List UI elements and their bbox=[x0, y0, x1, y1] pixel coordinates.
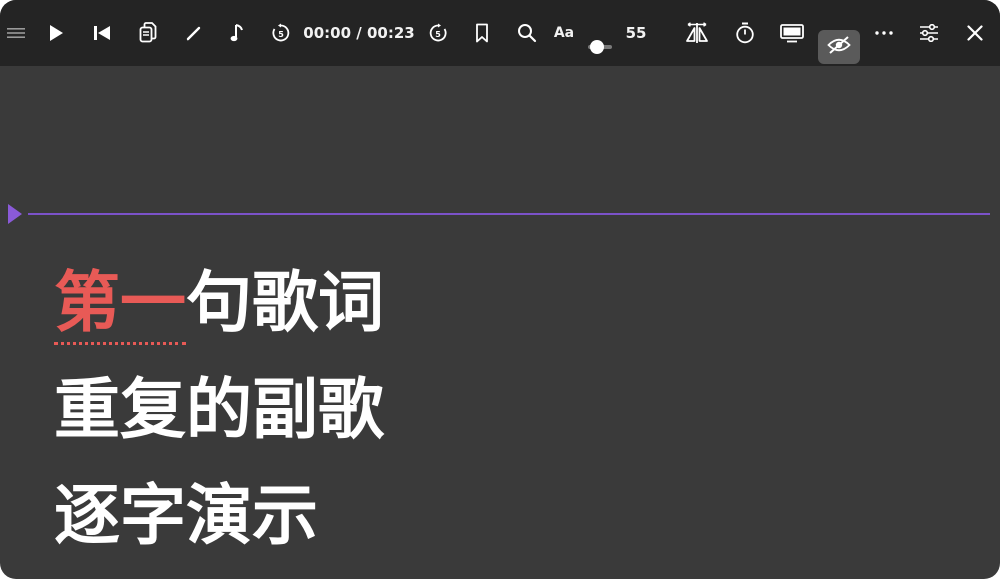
lyric-sung-part: 第一 bbox=[54, 264, 186, 341]
font-size-value: 55 bbox=[625, 24, 647, 42]
rewind-5-icon[interactable]: 5 bbox=[271, 23, 291, 43]
play-icon[interactable] bbox=[48, 24, 64, 42]
toolbar: 5 00:00 / 00:23 5 Aa 55 bbox=[0, 0, 1000, 66]
search-icon[interactable] bbox=[517, 23, 537, 43]
more-icon[interactable] bbox=[875, 31, 893, 35]
skip-back-icon[interactable] bbox=[93, 25, 111, 41]
menu-icon[interactable] bbox=[7, 27, 25, 39]
current-line-guide bbox=[28, 213, 990, 215]
display-icon[interactable] bbox=[780, 23, 804, 43]
copy-icon[interactable] bbox=[139, 22, 157, 44]
lyric-line-current: 第一句歌词 bbox=[54, 270, 384, 336]
lyric-unsung-part: 句歌词 bbox=[186, 264, 384, 341]
lyric-line-2: 重复的副歌 bbox=[54, 371, 384, 448]
svg-text:5: 5 bbox=[435, 30, 441, 39]
eye-off-icon bbox=[827, 36, 851, 58]
close-icon[interactable] bbox=[967, 25, 983, 41]
playhead-marker bbox=[8, 204, 22, 224]
timer-icon[interactable] bbox=[735, 22, 755, 44]
time-display: 00:00 / 00:23 bbox=[303, 24, 415, 42]
svg-text:5: 5 bbox=[278, 30, 284, 39]
pen-icon[interactable] bbox=[185, 24, 203, 42]
bookmark-icon[interactable] bbox=[475, 23, 489, 43]
sliders-icon[interactable] bbox=[919, 24, 939, 42]
font-label: Aa bbox=[553, 25, 575, 41]
karaoke-window: 5 00:00 / 00:23 5 Aa 55 第一句歌词 重复的副歌 逐字演示 bbox=[0, 0, 1000, 579]
font-size-slider-knob[interactable] bbox=[590, 40, 604, 54]
forward-5-icon[interactable]: 5 bbox=[428, 23, 448, 43]
hide-lyrics-button[interactable] bbox=[818, 30, 860, 64]
lyric-line-3: 逐字演示 bbox=[54, 477, 318, 554]
mirror-icon[interactable] bbox=[685, 22, 709, 44]
music-note-icon[interactable] bbox=[230, 23, 244, 43]
